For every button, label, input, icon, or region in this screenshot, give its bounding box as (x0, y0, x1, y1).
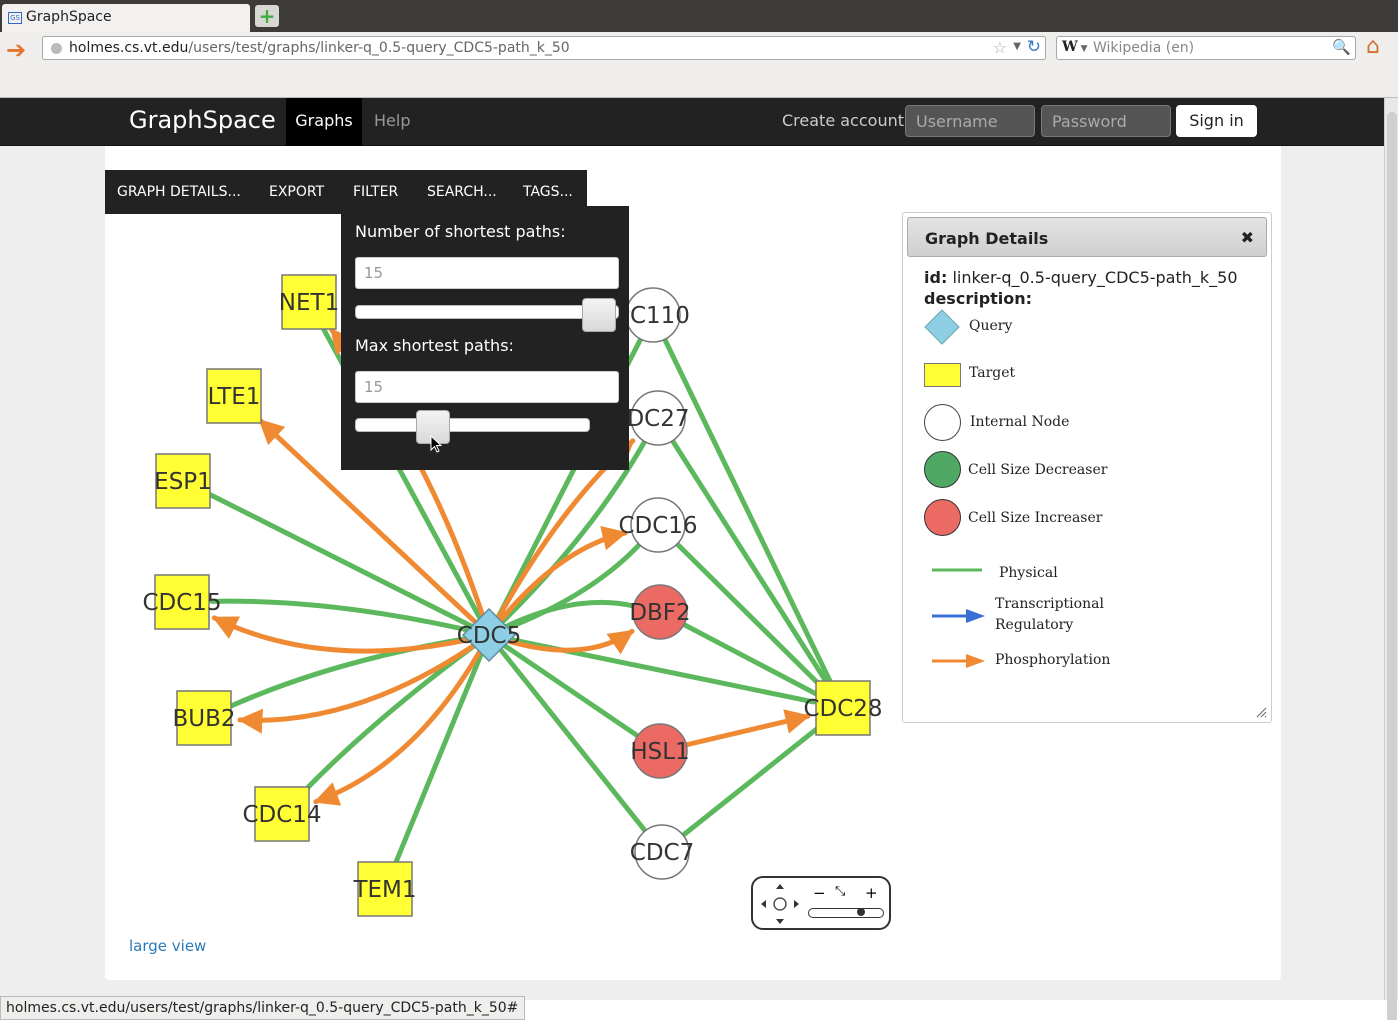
edge-cdc5-cdc15-phosphorylation[interactable] (211, 615, 492, 654)
filter-popup: Number of shortest paths: 15 Max shortes… (341, 206, 629, 470)
resize-handle-icon[interactable] (1255, 706, 1267, 718)
node-tem1[interactable]: TEM1 (352, 861, 417, 917)
query-legend-icon (924, 309, 960, 345)
search-menu[interactable]: SEARCH... (427, 184, 497, 200)
transcriptional-edge-legend-icon (932, 609, 985, 623)
zoom-out-icon[interactable]: − (813, 884, 826, 902)
node-label-lte1: LTE1 (208, 384, 261, 410)
node-label-tem1: TEM1 (352, 877, 416, 903)
large-view-link[interactable]: large view (129, 937, 206, 955)
page-scrollbar[interactable] (1384, 98, 1398, 1020)
increaser-legend-icon (924, 499, 961, 536)
node-dbf2[interactable]: DBF2 (629, 584, 691, 640)
zoom-slider-handle[interactable] (857, 908, 865, 916)
num-paths-label: Number of shortest paths: (355, 222, 566, 241)
node-label-net1: NET1 (279, 290, 339, 316)
max-paths-slider[interactable] (355, 410, 590, 444)
node-cdc14[interactable]: CDC14 (242, 786, 322, 842)
graph-id-value: linker-q_0.5-query_CDC5-path_k_50 (952, 268, 1238, 287)
node-label-dc27: DC27 (626, 406, 689, 432)
node-bub2[interactable]: BUB2 (172, 690, 236, 746)
node-label-cdc14: CDC14 (242, 802, 321, 828)
graph-details-panel: Graph Details ✖ id: linker-q_0.5-query_C… (902, 212, 1272, 723)
num-paths-input[interactable]: 15 (355, 257, 619, 289)
mouse-cursor-icon (430, 435, 442, 453)
node-label-cdc5: CDC5 (457, 623, 521, 649)
pan-icon[interactable] (759, 882, 801, 926)
node-net1[interactable]: NET1 (279, 274, 339, 330)
legend-internal-node: Internal Node (970, 414, 1070, 430)
legend-target: Target (969, 365, 1016, 381)
node-cdc28[interactable]: CDC28 (803, 680, 883, 736)
internal-node-legend-icon (924, 404, 961, 441)
max-paths-input[interactable]: 15 (355, 371, 619, 403)
num-paths-slider[interactable] (355, 298, 619, 332)
node-label-hsl1: HSL1 (630, 739, 689, 765)
id-label: id: (924, 268, 948, 287)
edge-cdc5-esp1-physical[interactable] (207, 491, 492, 638)
node-hsl1[interactable]: HSL1 (630, 723, 690, 779)
status-bar: holmes.cs.vt.edu/users/test/graphs/linke… (0, 996, 526, 1020)
node-label-bub2: BUB2 (172, 706, 235, 732)
tags-menu[interactable]: TAGS... (523, 184, 573, 200)
graph-details-header[interactable]: Graph Details ✖ (907, 217, 1267, 257)
node-label-cdc7: CDC7 (630, 840, 694, 866)
node-label-dbf2: DBF2 (629, 600, 690, 626)
legend-cell-size-increaser: Cell Size Increaser (968, 510, 1103, 526)
fit-icon[interactable]: ⤡ (835, 884, 845, 899)
max-paths-label: Max shortest paths: (355, 336, 514, 355)
legend-cell-size-decreaser: Cell Size Decreaser (968, 462, 1108, 478)
decreaser-legend-icon (924, 451, 961, 488)
edge-cdc5-bub2-phosphorylation[interactable] (237, 632, 492, 734)
pan-zoom-control: − ⤡ + (751, 876, 891, 930)
close-icon[interactable]: ✖ (1241, 228, 1254, 247)
description-label: description: (924, 289, 1033, 308)
legend-physical: Physical (999, 565, 1058, 581)
phosphorylation-edge-legend-icon (932, 654, 985, 668)
node-esp1[interactable]: ESP1 (154, 453, 212, 509)
zoom-slider[interactable] (808, 908, 884, 918)
export-menu[interactable]: EXPORT (269, 184, 324, 200)
scrollbar-thumb[interactable] (1387, 112, 1397, 1020)
num-paths-slider-handle[interactable] (582, 298, 616, 332)
node-lte1[interactable]: LTE1 (206, 368, 262, 424)
edge-cdc5-cdc16-phosphorylation[interactable] (486, 525, 628, 638)
edge-cdc5-cdc14-phosphorylation[interactable] (313, 632, 492, 806)
graph-details-title: Graph Details (925, 229, 1049, 248)
filter-menu[interactable]: FILTER (353, 184, 398, 200)
node-label-cdc16: CDC16 (618, 513, 697, 539)
node-label-cdc15: CDC15 (142, 590, 221, 616)
edge-cdc5-cdc15-physical[interactable] (209, 598, 492, 638)
physical-edge-legend-icon (932, 568, 982, 572)
target-legend-icon (924, 363, 961, 387)
zoom-in-icon[interactable]: + (865, 884, 878, 902)
legend-regulatory: Regulatory (995, 617, 1074, 633)
node-label-esp1: ESP1 (154, 469, 212, 495)
node-label-cdc28: CDC28 (803, 696, 882, 722)
legend-transcriptional: Transcriptional (995, 596, 1104, 612)
legend-query: Query (969, 318, 1013, 334)
node-dc27[interactable]: DC27 (626, 390, 690, 446)
node-cdc15[interactable]: CDC15 (142, 574, 222, 630)
graph-details-menu[interactable]: GRAPH DETAILS... (117, 184, 241, 200)
node-cdc16[interactable]: CDC16 (618, 497, 698, 553)
legend-phosphorylation: Phosphorylation (995, 652, 1111, 668)
